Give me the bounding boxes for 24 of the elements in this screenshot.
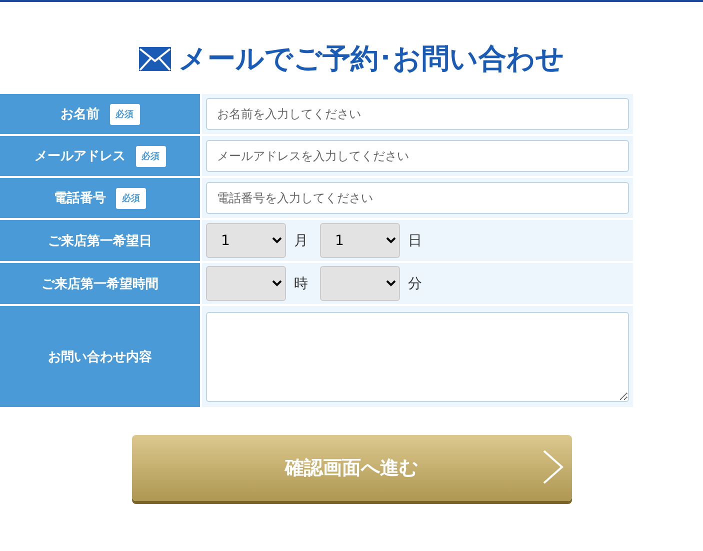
field-label: ご来店第一希望日 bbox=[48, 232, 152, 250]
field-label: お問い合わせ内容 bbox=[48, 348, 152, 366]
message-field[interactable] bbox=[206, 312, 629, 402]
unit-label: 月 bbox=[294, 232, 308, 250]
dropdown[interactable]: 1 bbox=[206, 223, 286, 258]
envelope-icon bbox=[138, 47, 170, 71]
unit-label: 時 bbox=[294, 274, 308, 292]
unit-label: 日 bbox=[408, 232, 422, 250]
field-label: ご来店第一希望時間 bbox=[42, 276, 158, 292]
field-label: お名前 bbox=[60, 106, 100, 123]
dropdown[interactable] bbox=[206, 266, 286, 301]
required-badge: 必須 bbox=[116, 188, 146, 208]
unit-label: 分 bbox=[408, 274, 422, 292]
dropdown[interactable]: 1 bbox=[320, 223, 400, 258]
field-label: 電話番号 bbox=[54, 190, 106, 207]
input-field[interactable]: お名前を入力してください bbox=[206, 98, 629, 130]
input-field[interactable]: 電話番号を入力してください bbox=[206, 182, 629, 214]
page-title: メールでご予約･お問い合わせ bbox=[178, 41, 564, 77]
field-label: メールアドレス bbox=[34, 148, 126, 165]
input-field[interactable]: メールアドレスを入力してください bbox=[206, 140, 629, 172]
chevron-right-icon bbox=[542, 450, 564, 484]
required-badge: 必須 bbox=[110, 104, 140, 124]
dropdown[interactable] bbox=[320, 266, 400, 301]
required-badge: 必須 bbox=[136, 146, 166, 166]
